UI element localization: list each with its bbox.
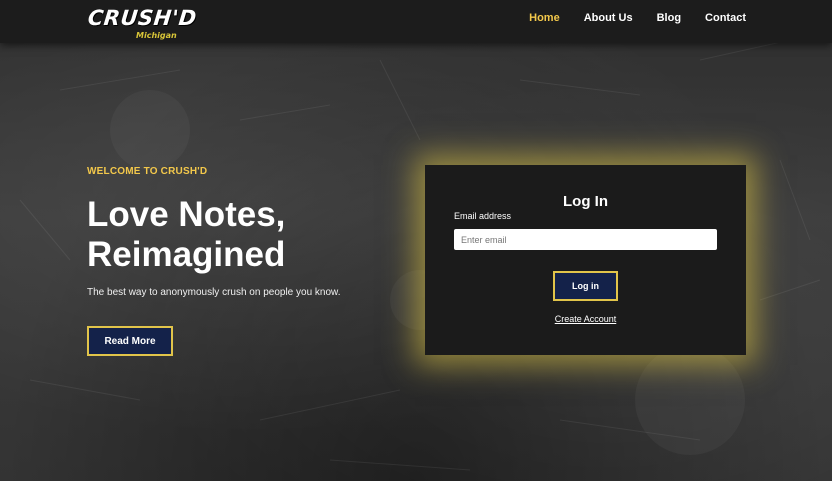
nav-blog[interactable]: Blog (657, 12, 681, 24)
create-account-row: Create Account (425, 314, 746, 324)
logo-subtext: Michigan (136, 31, 177, 40)
create-account-link[interactable]: Create Account (555, 314, 617, 324)
hero-headline: Love Notes, Reimagined (87, 195, 367, 275)
email-input[interactable] (454, 229, 717, 250)
main-nav: Home About Us Blog Contact (529, 12, 746, 24)
hero-headline-line2: Reimagined (87, 235, 286, 274)
login-title: Log In (563, 193, 608, 210)
login-button[interactable]: Log in (553, 271, 618, 301)
hero-eyebrow: WELCOME TO CRUSH'D (87, 166, 208, 177)
email-label: Email address (454, 211, 512, 221)
site-logo[interactable]: CRUSH'D Michigan (87, 4, 198, 42)
logo-text: CRUSH'D (86, 6, 198, 30)
site-header: CRUSH'D Michigan Home About Us Blog Cont… (0, 0, 832, 43)
nav-contact[interactable]: Contact (705, 12, 746, 24)
nav-home[interactable]: Home (529, 12, 560, 24)
read-more-button[interactable]: Read More (87, 326, 173, 356)
hero-tagline: The best way to anonymously crush on peo… (87, 287, 341, 298)
login-card: Log In Email address Log in Create Accou… (425, 165, 746, 355)
nav-about-us[interactable]: About Us (584, 12, 633, 24)
hero-headline-line1: Love Notes, (87, 195, 286, 234)
